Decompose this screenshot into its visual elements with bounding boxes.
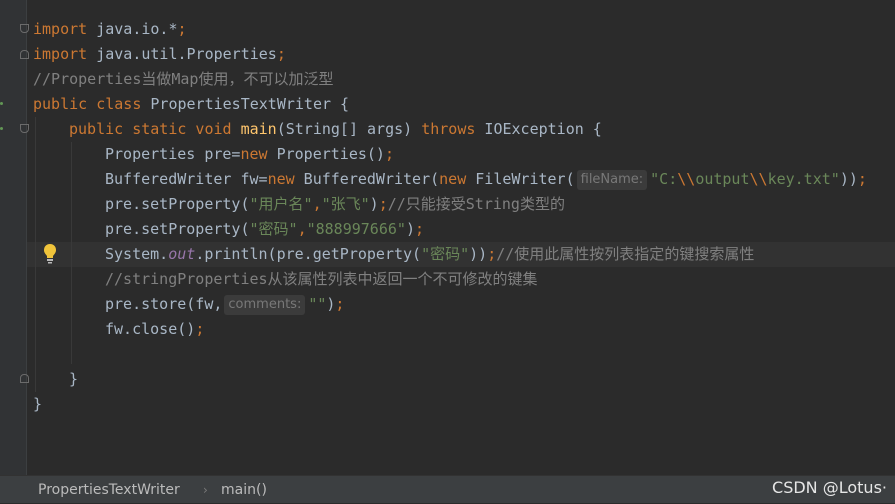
string-token: "用户名" — [249, 195, 313, 213]
escape-token: \\ — [749, 170, 768, 188]
code-line-4[interactable]: public class PropertiesTextWriter { — [33, 92, 349, 117]
watermark: CSDN @Lotus· — [772, 478, 887, 497]
code-token: BufferedWriter fw= — [105, 170, 268, 188]
string-token: "密码" — [421, 245, 470, 263]
semicolon-token: ; — [276, 45, 286, 63]
semicolon-token: ; — [335, 295, 345, 313]
code-token: fw.close() — [105, 320, 196, 338]
keyword-token: new — [439, 170, 467, 188]
code-token: System. — [105, 245, 169, 263]
string-token: "密码" — [249, 220, 298, 238]
code-line-16[interactable]: } — [33, 392, 42, 417]
code-token: PropertiesTextWriter { — [141, 95, 350, 113]
comma-token: , — [297, 220, 307, 238]
string-token: "张飞" — [321, 195, 370, 213]
semicolon-token: ; — [857, 170, 867, 188]
comment-token: //使用此属性按列表指定的键搜索属性 — [496, 245, 755, 263]
keyword-token: class — [87, 95, 142, 113]
code-token: ) — [369, 195, 379, 213]
code-token: )) — [839, 170, 858, 188]
code-line-9[interactable]: pre.setProperty("密码","888997666"); — [105, 217, 424, 242]
parameter-hint: fileName: — [576, 170, 648, 190]
code-line-11[interactable]: //stringProperties从该属性列表中返回一个不可修改的键集 — [105, 267, 538, 292]
keyword-token: public — [69, 120, 124, 138]
code-line-3[interactable]: //Properties当做Map使用，不可以加泛型 — [33, 67, 333, 92]
static-field-token: out — [168, 245, 196, 263]
breadcrumb-class[interactable]: PropertiesTextWriter — [38, 476, 180, 504]
code-line-8[interactable]: pre.setProperty("用户名","张飞");//只能接受String… — [105, 192, 565, 217]
gutter-divider — [26, 0, 27, 475]
code-line-15[interactable]: } — [69, 367, 78, 392]
code-token: FileWriter( — [466, 170, 575, 188]
fold-marker-icon[interactable] — [20, 374, 29, 383]
string-token: output — [695, 170, 750, 188]
string-token: "" — [308, 295, 327, 313]
code-token: )) — [469, 245, 488, 263]
code-line-5[interactable]: public static void main(String[] args) t… — [69, 117, 602, 142]
comment-token: //stringProperties从该属性列表中返回一个不可修改的键集 — [105, 270, 538, 288]
keyword-token: import — [33, 20, 88, 38]
semicolon-token: ; — [378, 195, 388, 213]
string-token: "C: — [650, 170, 678, 188]
semicolon-token: ; — [384, 145, 394, 163]
code-line-10[interactable]: System.out.println(pre.getProperty("密码")… — [105, 242, 754, 267]
code-line-12[interactable]: pre.store(fw, comments: ""); — [105, 292, 344, 317]
code-token: pre.store(fw, — [105, 295, 223, 313]
keyword-token: void — [186, 120, 232, 138]
code-token: Properties() — [267, 145, 385, 163]
keyword-token: new — [240, 145, 268, 163]
indent-guide — [35, 117, 36, 392]
code-token: java.util.Properties — [87, 45, 277, 63]
code-editor[interactable]: import java.io.*; import java.util.Prope… — [0, 0, 895, 475]
vcs-change-marker — [0, 102, 3, 105]
fold-marker-icon[interactable] — [20, 124, 29, 133]
code-token: pre.setProperty( — [105, 195, 250, 213]
string-token: key.txt" — [767, 170, 840, 188]
code-line-6[interactable]: Properties pre=new Properties(); — [105, 142, 394, 167]
code-token: .println(pre.getProperty( — [195, 245, 422, 263]
escape-token: \\ — [677, 170, 696, 188]
keyword-token: public — [33, 95, 88, 113]
code-token: BufferedWriter( — [294, 170, 440, 188]
keyword-token: import — [33, 45, 88, 63]
comment-token: //只能接受String类型的 — [387, 195, 565, 213]
semicolon-token: ; — [195, 320, 205, 338]
code-token: pre.setProperty( — [105, 220, 250, 238]
method-name-token: main — [231, 120, 277, 138]
editor-gutter[interactable] — [0, 0, 26, 475]
semicolon-token: ; — [177, 20, 187, 38]
comma-token: , — [312, 195, 322, 213]
fold-marker-icon[interactable] — [20, 50, 29, 59]
keyword-token: throws — [421, 120, 476, 138]
code-token: } — [69, 370, 79, 388]
code-line-13[interactable]: fw.close(); — [105, 317, 204, 342]
semicolon-token: ; — [487, 245, 497, 263]
code-line-7[interactable]: BufferedWriter fw=new BufferedWriter(new… — [105, 167, 867, 192]
code-token: ) — [405, 220, 415, 238]
fold-marker-icon[interactable] — [20, 24, 29, 33]
code-token: (String[] args) — [276, 120, 422, 138]
parameter-hint: comments: — [224, 295, 306, 315]
keyword-token: new — [267, 170, 295, 188]
chevron-right-icon: › — [203, 483, 208, 497]
semicolon-token: ; — [414, 220, 424, 238]
code-token: Properties pre= — [105, 145, 241, 163]
vcs-change-marker — [0, 127, 3, 130]
string-token: "888997666" — [306, 220, 406, 238]
breadcrumb: PropertiesTextWriter › main() CSDN @Lotu… — [0, 475, 895, 503]
code-line-1[interactable]: import java.io.*; — [33, 17, 187, 42]
lightbulb-icon[interactable] — [43, 243, 57, 265]
indent-guide — [71, 142, 72, 364]
code-token: IOException { — [475, 120, 602, 138]
code-token: } — [33, 395, 43, 413]
comment-token: //Properties当做Map使用，不可以加泛型 — [33, 70, 334, 88]
code-token: java.io.* — [87, 20, 178, 38]
breadcrumb-method[interactable]: main() — [221, 476, 267, 504]
keyword-token: static — [123, 120, 187, 138]
code-line-2[interactable]: import java.util.Properties; — [33, 42, 286, 67]
